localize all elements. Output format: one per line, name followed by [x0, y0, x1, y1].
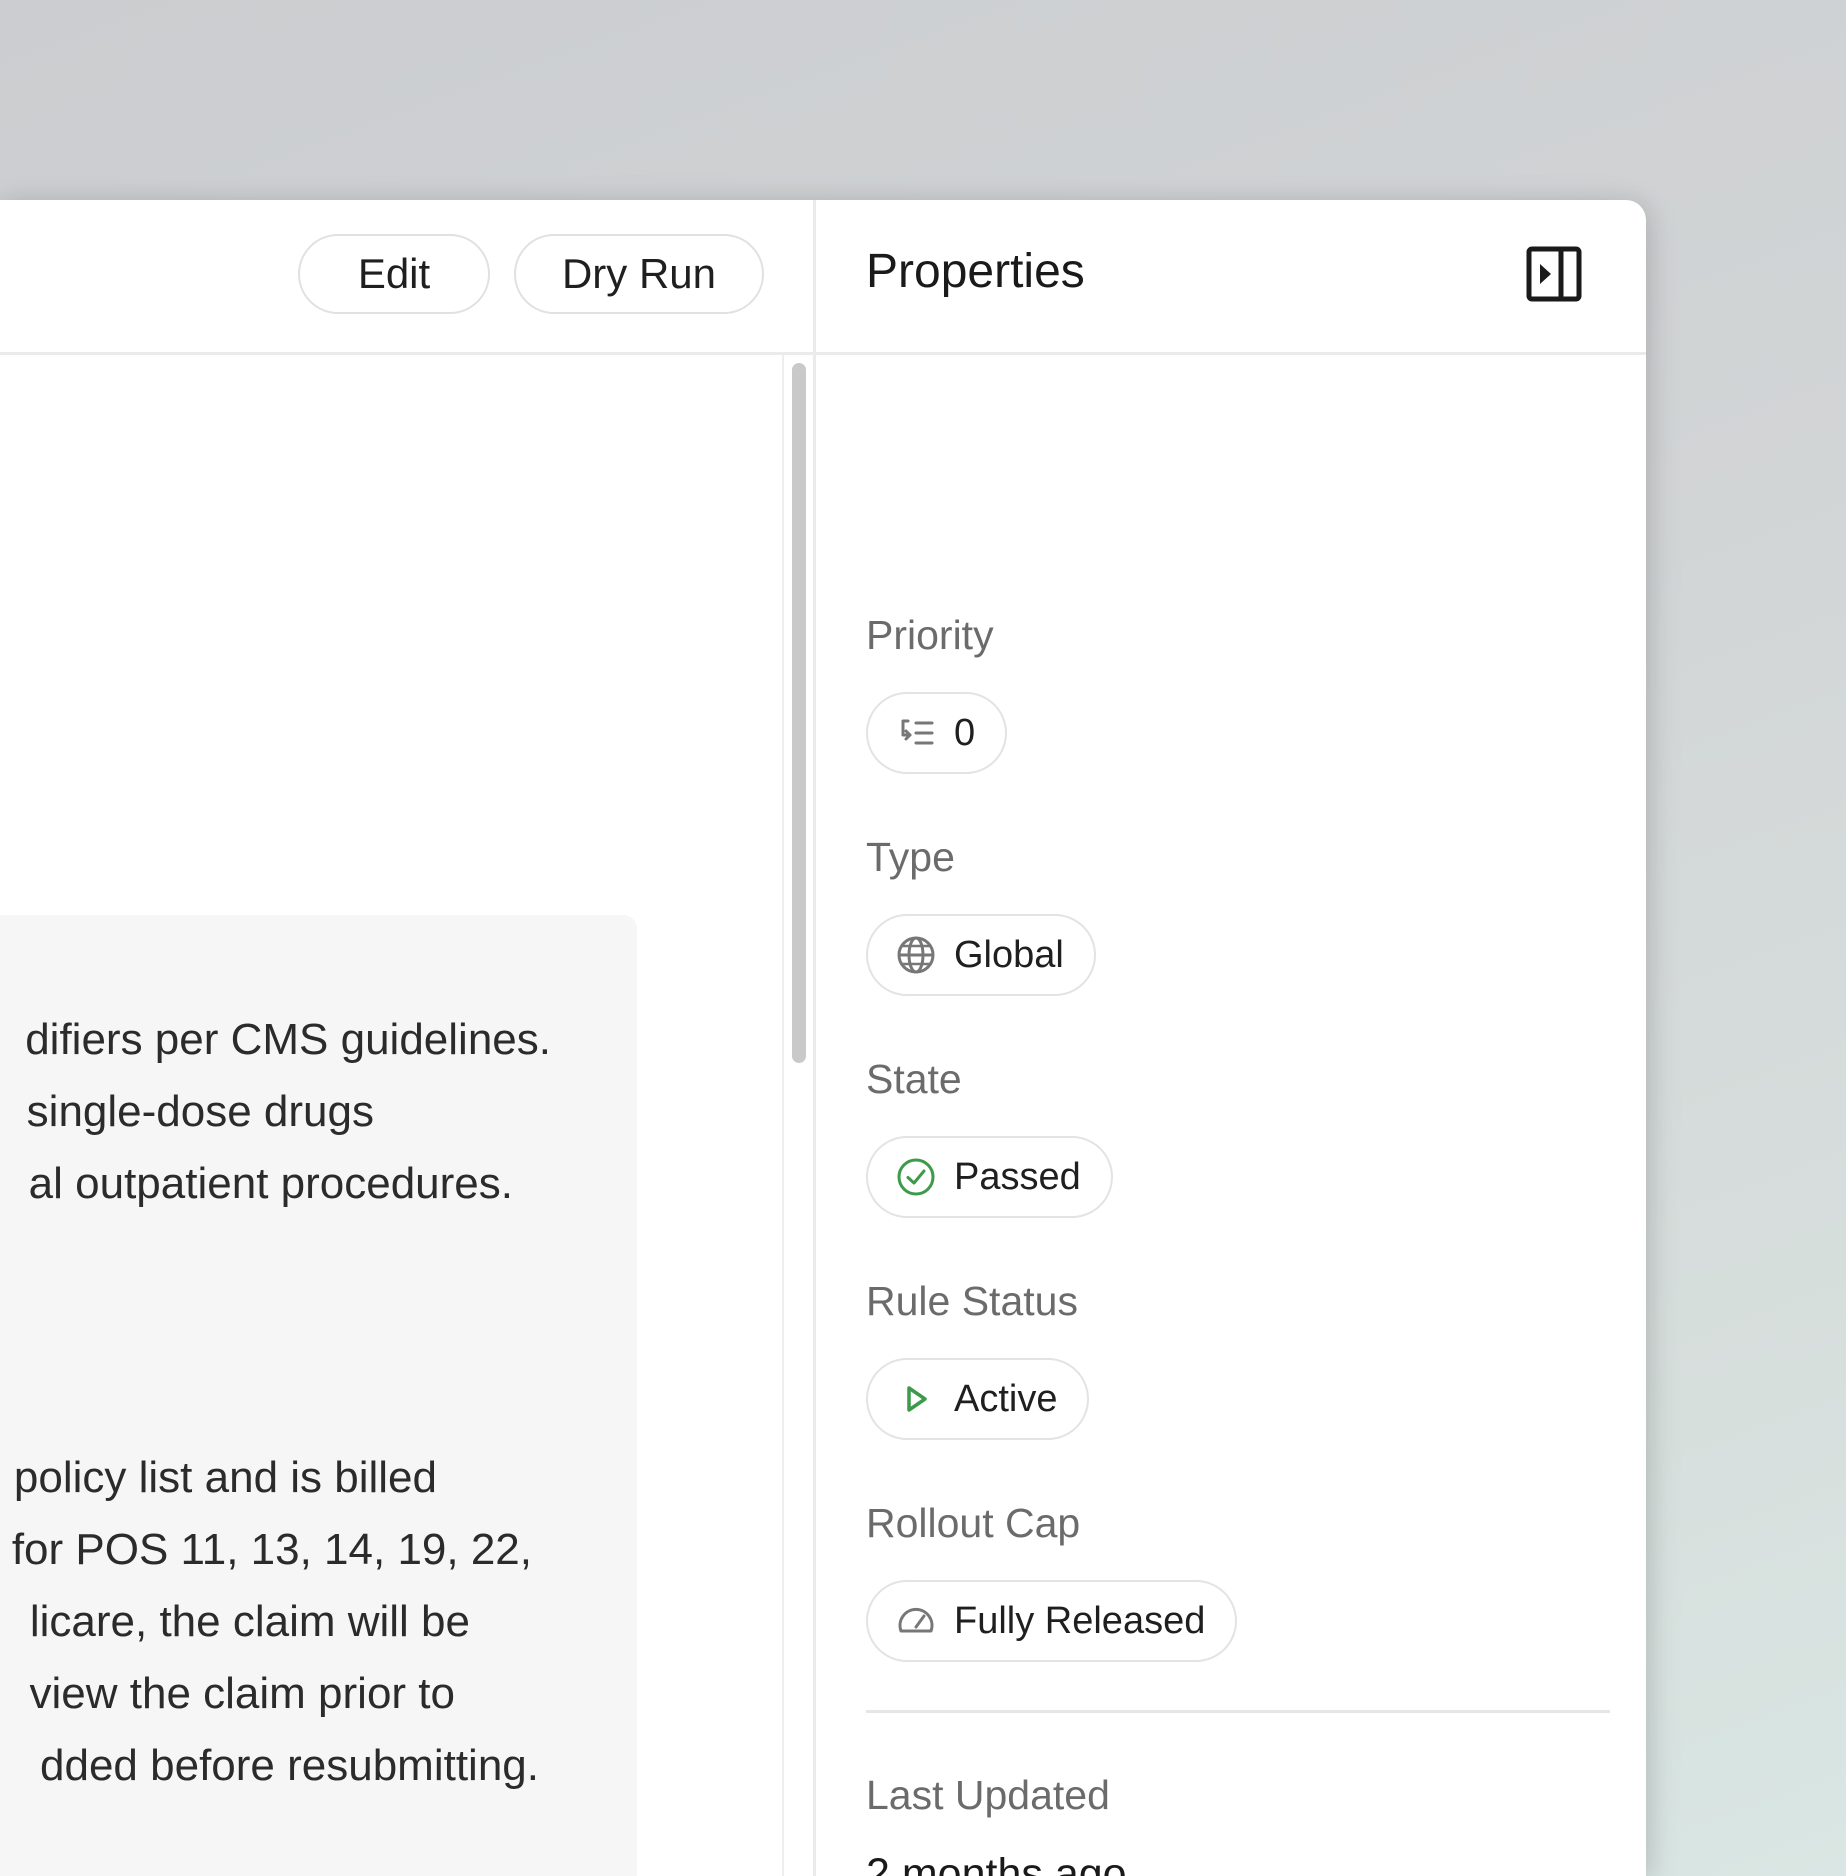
app-window: Edit Dry Run difiers per CMS guidelines.… — [0, 200, 1646, 1876]
state-value: Passed — [954, 1155, 1081, 1198]
priority-list-icon — [896, 713, 936, 753]
panel-right-collapse-icon[interactable] — [1526, 246, 1582, 302]
rule-description-card: difiers per CMS guidelines. single-dose … — [0, 915, 637, 1876]
edit-button[interactable]: Edit — [298, 234, 490, 314]
priority-label: Priority — [866, 612, 994, 658]
description-line: al outpatient procedures. — [28, 1159, 513, 1208]
properties-header: Properties — [816, 200, 1646, 355]
state-label: State — [866, 1056, 962, 1102]
rule-content: difiers per CMS guidelines. single-dose … — [0, 355, 782, 1876]
properties-divider — [866, 1710, 1610, 1713]
properties-panel: Properties Priority 0 Type Global State … — [813, 200, 1646, 1876]
scrollbar-thumb[interactable] — [792, 363, 806, 1063]
state-pill[interactable]: Passed — [866, 1136, 1113, 1218]
type-label: Type — [866, 834, 955, 880]
description-line: single-dose drugs — [26, 1087, 374, 1136]
priority-value: 0 — [954, 711, 976, 754]
rollout-cap-pill[interactable]: Fully Released — [866, 1580, 1238, 1662]
content-scrollbar[interactable] — [782, 355, 813, 1876]
properties-title: Properties — [866, 245, 1085, 298]
description-line: view the claim prior to — [29, 1669, 455, 1718]
description-line: policy list and is billed — [13, 1453, 437, 1502]
globe-icon — [896, 935, 936, 975]
rule-status-value: Active — [954, 1377, 1058, 1420]
gauge-icon — [896, 1601, 936, 1641]
description-line: dded before resubmitting. — [40, 1741, 539, 1790]
rollout-cap-value: Fully Released — [954, 1599, 1206, 1642]
description-line: licare, the claim will be — [29, 1597, 470, 1646]
check-circle-icon — [896, 1157, 936, 1197]
dry-run-button[interactable]: Dry Run — [514, 234, 764, 314]
main-pane: Edit Dry Run difiers per CMS guidelines.… — [0, 200, 813, 1876]
main-toolbar: Edit Dry Run — [0, 200, 813, 355]
description-line: difiers per CMS guidelines. — [25, 1015, 551, 1064]
type-pill[interactable]: Global — [866, 914, 1096, 996]
rollout-cap-label: Rollout Cap — [866, 1500, 1081, 1546]
priority-pill[interactable]: 0 — [866, 692, 1008, 774]
rule-status-label: Rule Status — [866, 1278, 1078, 1324]
type-value: Global — [954, 933, 1064, 976]
last-updated-value: 2 months ago — [866, 1850, 1127, 1876]
last-updated-label: Last Updated — [866, 1772, 1110, 1818]
description-line: d for POS 11, 13, 14, 19, 22, — [0, 1525, 532, 1574]
rule-status-pill[interactable]: Active — [866, 1358, 1090, 1440]
play-icon — [896, 1379, 936, 1419]
